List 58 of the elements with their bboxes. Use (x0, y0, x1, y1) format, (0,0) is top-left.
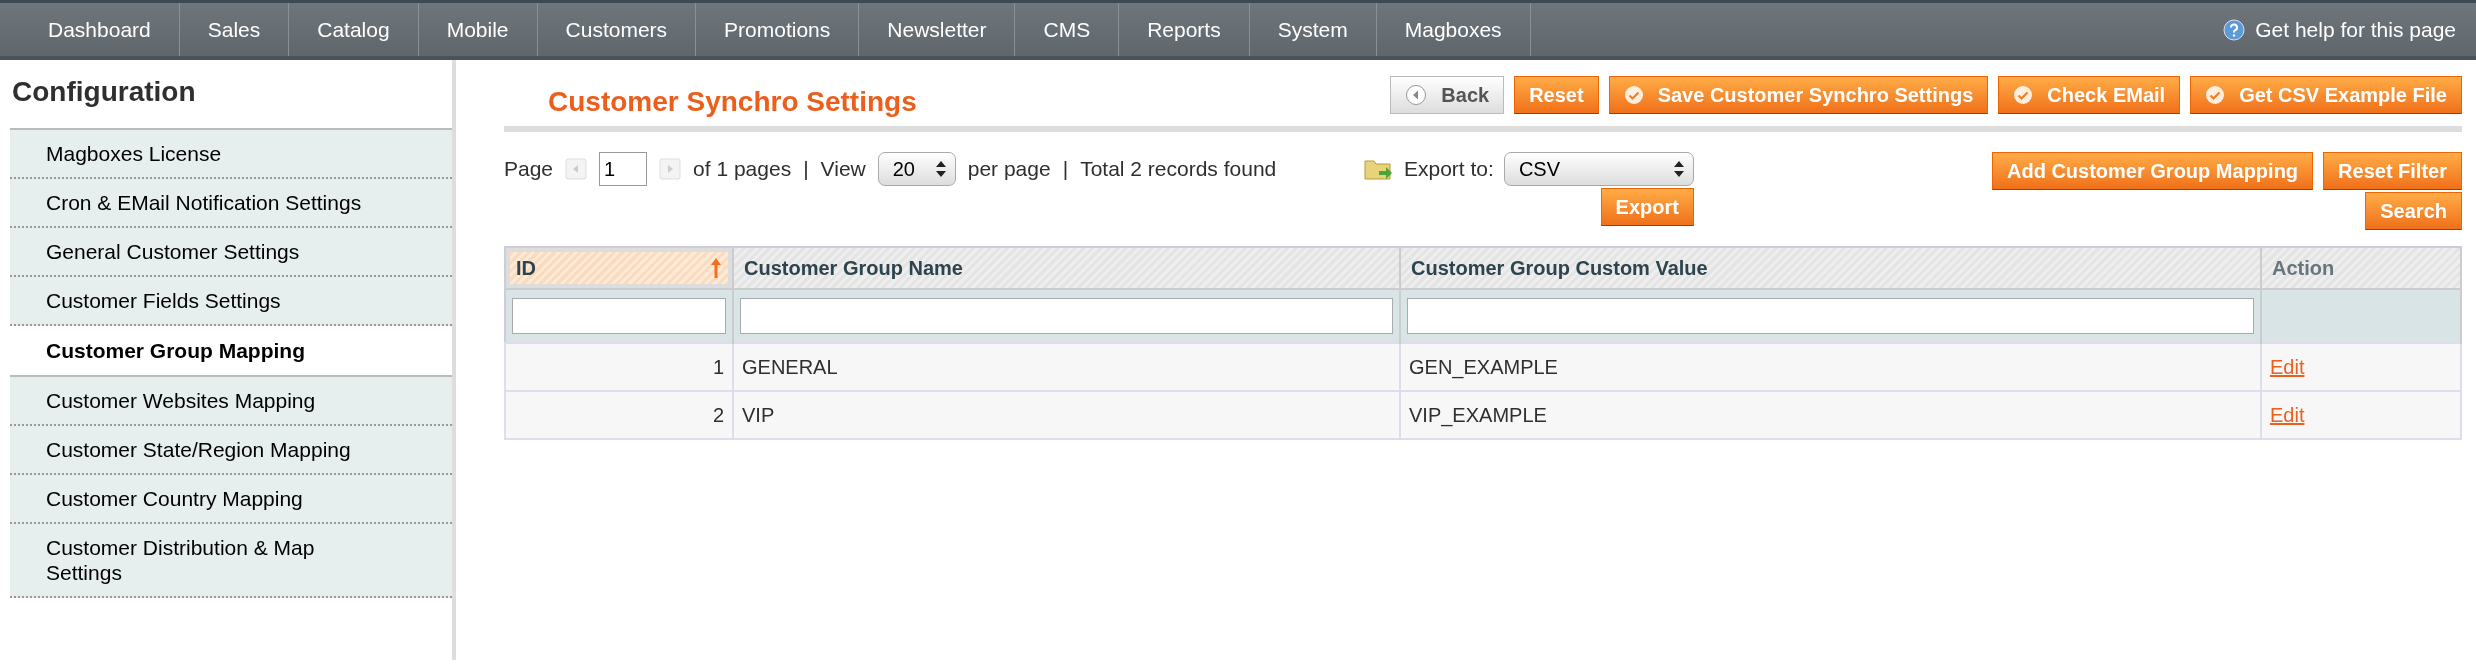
nav-item[interactable]: Catalog (289, 3, 419, 56)
sort-arrow-icon (710, 257, 722, 279)
sidebar-item[interactable]: Customer State/Region Mapping (10, 426, 452, 475)
filter-input[interactable] (512, 298, 726, 334)
per-page-select[interactable]: 20 (877, 152, 956, 186)
edit-link[interactable]: Edit (2270, 355, 2305, 378)
column-header[interactable]: Customer Group Custom Value (1400, 247, 2261, 289)
help-link[interactable]: Get help for this page (2223, 3, 2476, 56)
filter-input[interactable] (740, 298, 1393, 334)
table-cell: 2 (505, 391, 733, 439)
check-icon (1623, 85, 1644, 105)
nav-item[interactable]: CMS (1015, 3, 1120, 56)
per-page-label: per page (967, 157, 1051, 181)
nav-item[interactable]: System (1249, 3, 1377, 56)
edit-link[interactable]: Edit (2270, 403, 2305, 426)
nav-item[interactable]: Sales (179, 3, 290, 56)
table-cell: VIP_EXAMPLE (1400, 391, 2261, 439)
sidebar-item[interactable]: Customer Websites Mapping (10, 377, 452, 426)
total-records: Total 2 records found (1080, 157, 1277, 181)
sidebar-item[interactable]: General Customer Settings (10, 228, 452, 277)
table-cell: GENERAL (733, 343, 1400, 391)
export-label: Export to: (1404, 157, 1494, 181)
table-cell: GEN_EXAMPLE (1400, 343, 2261, 391)
nav-item[interactable]: Promotions (696, 3, 860, 56)
column-header[interactable]: Customer Group Name (733, 247, 1400, 289)
next-page-icon[interactable] (659, 158, 682, 180)
page-input[interactable]: 1 (599, 152, 648, 186)
sidebar-item[interactable]: Magboxes License (10, 130, 452, 179)
separator-text: | (803, 157, 809, 181)
back-button[interactable]: Back (1390, 76, 1505, 114)
view-label: View (820, 157, 866, 181)
updown-arrows-icon (1672, 159, 1685, 179)
nav-item[interactable]: Mobile (418, 3, 538, 56)
filter-input[interactable] (1407, 298, 2254, 334)
column-header[interactable]: Action (2261, 247, 2461, 289)
export-format-select[interactable]: CSV (1503, 152, 1694, 186)
table-cell: 1 (505, 343, 733, 391)
sidebar-item[interactable]: Customer Distribution & Map Settings (10, 524, 452, 598)
nav-item[interactable]: Magboxes (1376, 3, 1531, 56)
nav-item[interactable]: Dashboard (20, 3, 180, 56)
check-icon (2205, 85, 2226, 105)
page-count: of 1 pages (693, 157, 792, 181)
sidebar-item[interactable]: Customer Fields Settings (10, 277, 452, 326)
check-icon (2013, 85, 2034, 105)
table-cell: VIP (733, 391, 1400, 439)
nav-item[interactable]: Reports (1119, 3, 1250, 56)
page-title: Customer Synchro Settings (548, 86, 918, 118)
column-header[interactable]: ID (505, 247, 733, 289)
page-label: Page (504, 157, 554, 181)
previous-page-icon[interactable] (565, 158, 588, 180)
updown-arrows-icon (934, 159, 947, 179)
sidebar-item[interactable]: Customer Country Mapping (10, 475, 452, 524)
sidebar-item[interactable]: Cron & EMail Notification Settings (10, 179, 452, 228)
nav-item[interactable]: Customers (537, 3, 697, 56)
separator-text: | (1062, 157, 1069, 181)
help-icon (2223, 18, 2246, 41)
sidebar-title: Configuration (11, 75, 197, 109)
nav-item[interactable]: Newsletter (859, 3, 1016, 56)
